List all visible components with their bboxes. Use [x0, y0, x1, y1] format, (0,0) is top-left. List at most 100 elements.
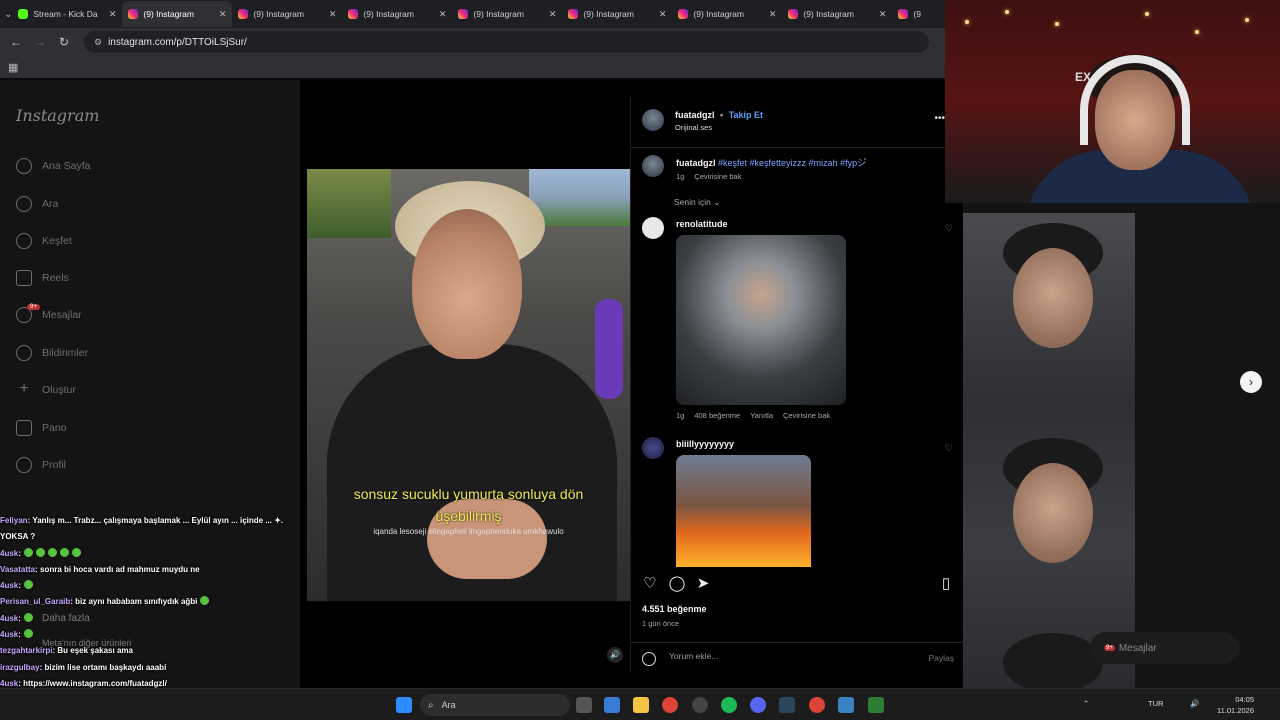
- site-info-icon[interactable]: ⚙: [94, 37, 102, 48]
- caption-avatar[interactable]: [642, 155, 664, 177]
- comment-sort-dropdown[interactable]: Senin için ⌄: [674, 197, 720, 208]
- chat-text: :: [18, 613, 21, 623]
- reload-icon[interactable]: ↻: [52, 35, 76, 49]
- chat-username[interactable]: 4usk: [0, 581, 18, 590]
- chat-username[interactable]: 4usk: [0, 679, 18, 688]
- comment-image-sticker[interactable]: [676, 235, 846, 405]
- sidebar-item-ara[interactable]: Ara: [16, 196, 58, 212]
- chat-username[interactable]: Vasatatta: [0, 565, 35, 574]
- language-indicator[interactable]: TUR: [1148, 699, 1163, 708]
- volume-icon[interactable]: 🔊: [1190, 699, 1199, 708]
- chat-username[interactable]: 4usk: [0, 614, 18, 623]
- clock[interactable]: 04:05 11.01.2026: [1210, 694, 1254, 716]
- sidebar-item-ana-sayfa[interactable]: Ana Sayfa: [16, 158, 90, 174]
- comment-like-heart-icon[interactable]: ♡: [945, 443, 953, 454]
- tab-close-icon[interactable]: ✕: [659, 9, 667, 20]
- comment-reply-link[interactable]: Yanıtla: [750, 411, 773, 420]
- back-icon[interactable]: ←: [4, 35, 28, 49]
- chat-username[interactable]: tezgahtarkirpi: [0, 646, 52, 655]
- browser-tab[interactable]: (9) Instagram ✕: [782, 1, 892, 27]
- instagram-logo[interactable]: Instagram: [16, 106, 99, 125]
- tab-close-icon[interactable]: ✕: [219, 9, 227, 20]
- like-count[interactable]: 4.551 beğenme: [642, 604, 707, 614]
- sidebar-item-oluştur[interactable]: + Oluştur: [16, 381, 76, 398]
- bookmark-icon[interactable]: ▯: [937, 575, 955, 593]
- reel-video[interactable]: sonsuz sucuklu yumurta sonluya dön üşebi…: [307, 97, 630, 672]
- messages-pill-button[interactable]: 9+ Mesajlar: [1090, 632, 1240, 664]
- chat-username[interactable]: 4usk: [0, 549, 18, 558]
- post-comment-button[interactable]: Paylaş: [928, 653, 954, 663]
- browser-tab[interactable]: (9) Instagram ✕: [452, 1, 562, 27]
- browser-toolbar: ← → ↻ ⚙ instagram.com/p/DTTOiLSjSur/: [0, 28, 945, 56]
- address-bar[interactable]: ⚙ instagram.com/p/DTTOiLSjSur/: [84, 31, 929, 53]
- file-explorer-icon[interactable]: [633, 697, 649, 713]
- comment-bubble-icon[interactable]: ◯: [668, 575, 686, 593]
- app-icon[interactable]: [838, 697, 854, 713]
- tab-close-icon[interactable]: ✕: [329, 9, 337, 20]
- comment-like-heart-icon[interactable]: ♡: [945, 223, 953, 234]
- sidebar-item-reels[interactable]: Reels: [16, 270, 69, 286]
- chat-username[interactable]: irazgulbay: [0, 663, 40, 672]
- app-icon[interactable]: [692, 697, 708, 713]
- chat-username[interactable]: 4usk: [0, 630, 18, 639]
- chrome-icon[interactable]: [662, 697, 678, 713]
- tab-close-icon[interactable]: ✕: [879, 9, 887, 20]
- browser-tab[interactable]: Stream - Kick Da ✕: [12, 1, 122, 27]
- sidebar-item-pano[interactable]: Pano: [16, 420, 67, 436]
- app-icon[interactable]: [868, 697, 884, 713]
- comment-username[interactable]: biiillyyyyyyyy: [676, 439, 734, 449]
- browser-tab[interactable]: (9) Instagram ✕: [672, 1, 782, 27]
- next-post-chevron-icon[interactable]: ›: [1240, 371, 1262, 393]
- chat-username[interactable]: Perisan_ul_Garaib: [0, 597, 70, 606]
- caption-hashtags[interactable]: #keşfet #keşfetteyizzz #mizah #fypシ゚: [718, 158, 866, 168]
- author-username[interactable]: fuatadgzl: [675, 110, 715, 120]
- comment-likes[interactable]: 408 beğenme: [694, 411, 740, 420]
- tab-close-icon[interactable]: ✕: [439, 9, 447, 20]
- forward-icon[interactable]: →: [28, 35, 52, 49]
- chat-username[interactable]: Feliyan: [0, 516, 28, 525]
- chrome-active-icon[interactable]: [809, 697, 825, 713]
- discord-icon[interactable]: [750, 697, 766, 713]
- browser-tab[interactable]: (9) Instagram ✕: [562, 1, 672, 27]
- chat-emote-icon: [71, 547, 81, 557]
- chat-text: : biz aynı hababam sınıfıydık ağbi: [70, 597, 198, 607]
- speaker-icon[interactable]: 🔊: [607, 647, 623, 663]
- share-send-icon[interactable]: ➤: [694, 575, 712, 593]
- tab-close-icon[interactable]: ✕: [769, 9, 777, 20]
- browser-tab[interactable]: (9) Instagram ✕: [122, 1, 233, 27]
- follow-button[interactable]: Takip Et: [729, 110, 763, 120]
- comment-image-sticker[interactable]: [676, 455, 811, 567]
- sidebar-item-mesajlar[interactable]: 9+ Mesajlar: [16, 304, 82, 323]
- comment-input[interactable]: [669, 651, 889, 661]
- chat-message: 4usk:: [0, 578, 340, 594]
- caption-username[interactable]: fuatadgzl: [676, 158, 716, 168]
- like-heart-icon[interactable]: ♡: [641, 575, 659, 593]
- audio-label[interactable]: Orijinal ses: [675, 123, 712, 132]
- sidebar-item-profil[interactable]: Profil: [16, 457, 66, 473]
- browser-tab-bar: ⌄ Stream - Kick Da ✕ (9) Instagram ✕ (9) Ins…: [0, 0, 945, 28]
- more-options-icon[interactable]: •••: [934, 113, 945, 124]
- tab-search-menu-icon[interactable]: ⌄: [4, 4, 12, 24]
- sidebar-item-keşfet[interactable]: Keşfet: [16, 233, 72, 249]
- comment-avatar[interactable]: [642, 217, 664, 239]
- task-view-icon[interactable]: [576, 697, 592, 713]
- store-icon[interactable]: [604, 697, 620, 713]
- author-avatar[interactable]: [642, 109, 664, 131]
- caption-translate-link[interactable]: Çevirisine bak: [694, 172, 741, 181]
- browser-tab[interactable]: (9) Instagram ✕: [232, 1, 342, 27]
- comment-avatar[interactable]: [642, 437, 664, 459]
- comment-translate-link[interactable]: Çevirisine bak: [783, 411, 830, 420]
- sidebar-item-bildirimler[interactable]: Bildirimler: [16, 345, 88, 361]
- tab-close-icon[interactable]: ✕: [549, 9, 557, 20]
- tray-chevron-icon[interactable]: ⌃: [1083, 699, 1089, 708]
- emoji-icon[interactable]: [642, 652, 656, 666]
- apps-grid-icon[interactable]: ▦: [8, 61, 18, 74]
- spotify-icon[interactable]: [721, 697, 737, 713]
- reels-icon: [16, 270, 32, 286]
- comment-username[interactable]: renolatitude: [676, 219, 728, 229]
- taskbar-search[interactable]: ⌕ Ara: [420, 694, 570, 716]
- browser-tab[interactable]: (9) Instagram ✕: [342, 1, 452, 27]
- tab-close-icon[interactable]: ✕: [109, 9, 117, 20]
- steam-icon[interactable]: [779, 697, 795, 713]
- windows-start-icon[interactable]: [396, 697, 412, 713]
